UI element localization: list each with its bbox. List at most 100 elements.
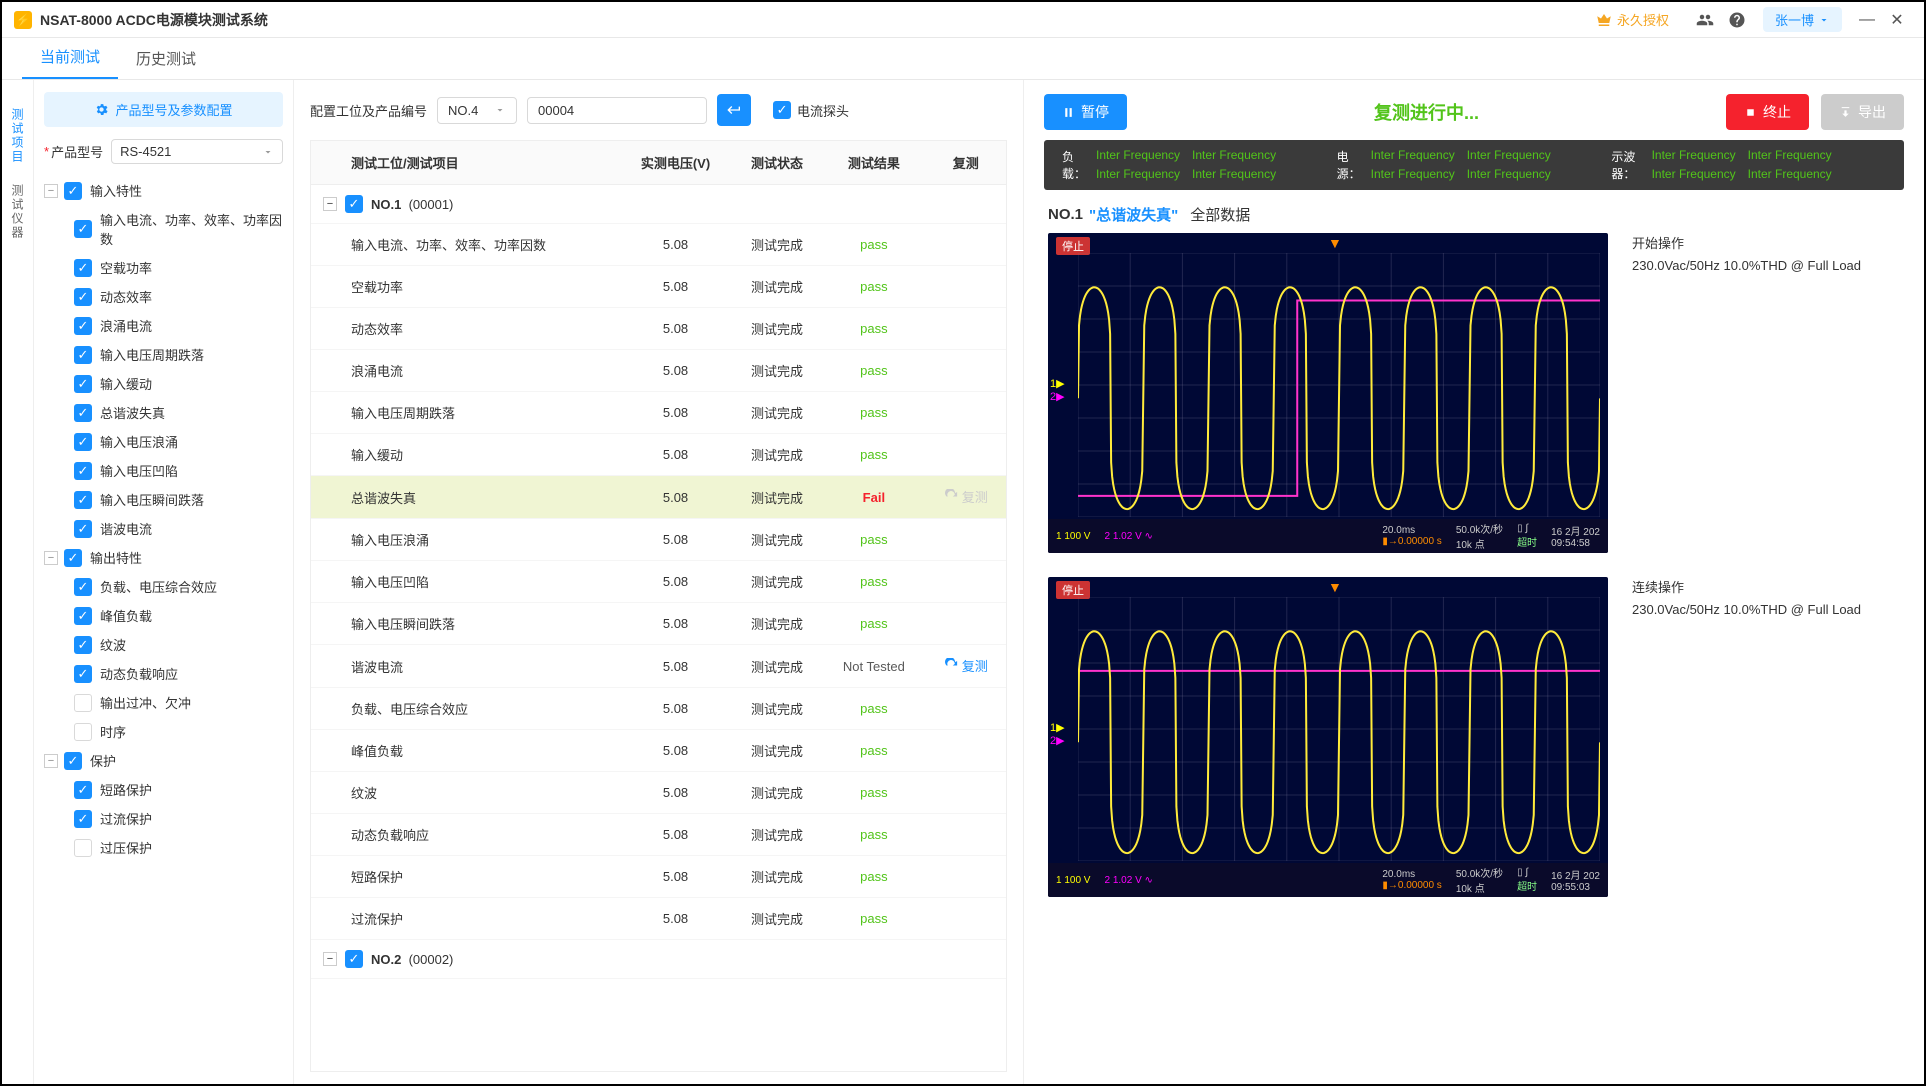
table-row[interactable]: 输入电压瞬间跌落 5.08 测试完成 pass xyxy=(311,603,1006,645)
collapse-icon[interactable]: − xyxy=(323,197,337,211)
checkbox[interactable] xyxy=(74,694,92,712)
collapse-icon[interactable]: − xyxy=(44,184,58,198)
minimize-button[interactable]: — xyxy=(1852,11,1882,29)
collapse-icon[interactable]: − xyxy=(323,952,337,966)
cell-state: 测试完成 xyxy=(732,392,823,434)
checkbox[interactable]: ✓ xyxy=(345,950,363,968)
cell-voltage: 5.08 xyxy=(619,645,731,688)
collapse-icon[interactable]: − xyxy=(44,754,58,768)
table-row[interactable]: 负载、电压综合效应 5.08 测试完成 pass xyxy=(311,688,1006,730)
table-row[interactable]: 输入电流、功率、效率、功率因数 5.08 测试完成 pass xyxy=(311,224,1006,266)
checkbox[interactable]: ✓ xyxy=(74,259,92,277)
chevron-down-icon xyxy=(262,146,274,158)
checkbox[interactable]: ✓ xyxy=(74,462,92,480)
serial-input[interactable]: 00004 xyxy=(527,97,707,124)
side-tab-instrument[interactable]: 测试仪器 xyxy=(5,174,30,250)
table-row[interactable]: 输入电压周期跌落 5.08 测试完成 pass xyxy=(311,392,1006,434)
checkbox[interactable] xyxy=(74,723,92,741)
station-select[interactable]: NO.4 xyxy=(437,97,517,124)
table-row[interactable]: 浪涌电流 5.08 测试完成 pass xyxy=(311,350,1006,392)
tree-item: 过压保护 xyxy=(66,833,283,862)
table-row[interactable]: 谐波电流 5.08 测试完成 Not Tested 复测 xyxy=(311,645,1006,688)
checkbox[interactable]: ✓ xyxy=(345,195,363,213)
crown-icon xyxy=(1595,11,1613,29)
checkbox[interactable]: ✓ xyxy=(64,182,82,200)
table-row[interactable]: 过流保护 5.08 测试完成 pass xyxy=(311,898,1006,940)
cell-retest xyxy=(925,898,1006,940)
scope-timebase: 20.0ms▮→0.00000 s xyxy=(1382,869,1441,891)
users-icon[interactable] xyxy=(1691,6,1719,34)
detail-station-no: NO.1 xyxy=(1048,206,1083,223)
checkbox[interactable] xyxy=(74,839,92,857)
cell-result: pass xyxy=(822,266,925,308)
gear-icon xyxy=(94,102,109,117)
tree-item: ✓ 空载功率 xyxy=(66,253,283,282)
cell-state: 测试完成 xyxy=(732,519,823,561)
cell-state: 测试完成 xyxy=(732,772,823,814)
cell-result: pass xyxy=(822,688,925,730)
retest-button[interactable]: 复测 xyxy=(944,656,988,675)
submit-button[interactable] xyxy=(717,94,751,126)
checkbox[interactable]: ✓ xyxy=(74,520,92,538)
tree-item: ✓ 过流保护 xyxy=(66,804,283,833)
side-tab-project[interactable]: 测试项目 xyxy=(5,98,30,174)
close-button[interactable]: ✕ xyxy=(1882,10,1912,30)
stop-button[interactable]: 终止 xyxy=(1726,94,1809,130)
checkbox[interactable]: ✓ xyxy=(64,549,82,567)
tree-item-label: 时序 xyxy=(100,722,283,741)
table-row[interactable]: 输入电压浪涌 5.08 测试完成 pass xyxy=(311,519,1006,561)
checkbox[interactable]: ✓ xyxy=(74,665,92,683)
export-button[interactable]: 导出 xyxy=(1821,94,1904,130)
table-row[interactable]: 峰值负载 5.08 测试完成 pass xyxy=(311,730,1006,772)
table-header: 测试结果 xyxy=(822,141,925,185)
checkbox[interactable]: ✓ xyxy=(74,810,92,828)
checkbox[interactable]: ✓ xyxy=(74,491,92,509)
scope-ch2-scale: 2 1.02 V ∿ xyxy=(1104,875,1152,886)
tree-item: ✓ 动态负载响应 xyxy=(66,659,283,688)
tab-history-test[interactable]: 历史测试 xyxy=(118,38,214,79)
table-row[interactable]: 短路保护 5.08 测试完成 pass xyxy=(311,856,1006,898)
detail-title: NO.1 "总谐波失真" 全部数据 xyxy=(1024,190,1924,233)
checkbox[interactable]: ✓ xyxy=(74,317,92,335)
detail-test-name: "总谐波失真" xyxy=(1089,204,1178,225)
collapse-icon[interactable]: − xyxy=(44,551,58,565)
cell-name: 空载功率 xyxy=(311,266,619,308)
cell-name: 总谐波失真 xyxy=(311,476,619,519)
checkbox[interactable]: ✓ xyxy=(74,288,92,306)
table-row[interactable]: 输入缓动 5.08 测试完成 pass xyxy=(311,434,1006,476)
cell-retest xyxy=(925,603,1006,645)
table-row[interactable]: 纹波 5.08 测试完成 pass xyxy=(311,772,1006,814)
model-config-button[interactable]: 产品型号及参数配置 xyxy=(44,92,283,127)
tab-current-test[interactable]: 当前测试 xyxy=(22,36,118,79)
tree-item: ✓ 浪涌电流 xyxy=(66,311,283,340)
checkbox[interactable]: ✓ xyxy=(74,578,92,596)
checkbox[interactable]: ✓ xyxy=(74,220,92,238)
checkbox[interactable]: ✓ xyxy=(74,636,92,654)
cell-retest xyxy=(925,772,1006,814)
checkbox[interactable]: ✓ xyxy=(74,781,92,799)
cell-name: 动态负载响应 xyxy=(311,814,619,856)
checkbox[interactable]: ✓ xyxy=(64,752,82,770)
right-panel: 暂停 复测进行中... 终止 导出 负载： Inter FrequencyInt… xyxy=(1024,80,1924,1084)
table-row[interactable]: 动态效率 5.08 测试完成 pass xyxy=(311,308,1006,350)
instrument-status-bar: 负载： Inter FrequencyInter FrequencyInter … xyxy=(1044,140,1904,190)
model-select[interactable]: RS-4521 xyxy=(111,139,283,164)
help-icon[interactable] xyxy=(1723,6,1751,34)
cell-result: pass xyxy=(822,898,925,940)
current-probe-checkbox[interactable]: ✓ 电流探头 xyxy=(773,101,849,120)
checkbox[interactable]: ✓ xyxy=(74,433,92,451)
table-row[interactable]: 空载功率 5.08 测试完成 pass xyxy=(311,266,1006,308)
table-row[interactable]: 动态负载响应 5.08 测试完成 pass xyxy=(311,814,1006,856)
table-row[interactable]: 输入电压凹陷 5.08 测试完成 pass xyxy=(311,561,1006,603)
checkbox[interactable]: ✓ xyxy=(74,607,92,625)
user-menu-button[interactable]: 张一博 xyxy=(1763,7,1842,32)
checkbox[interactable]: ✓ xyxy=(74,346,92,364)
cell-voltage: 5.08 xyxy=(619,392,731,434)
checkbox[interactable]: ✓ xyxy=(74,375,92,393)
cell-retest xyxy=(925,730,1006,772)
pause-button[interactable]: 暂停 xyxy=(1044,94,1127,130)
cell-result: pass xyxy=(822,772,925,814)
checkbox[interactable]: ✓ xyxy=(74,404,92,422)
cell-result: pass xyxy=(822,730,925,772)
table-row[interactable]: 总谐波失真 5.08 测试完成 Fail 复测 xyxy=(311,476,1006,519)
